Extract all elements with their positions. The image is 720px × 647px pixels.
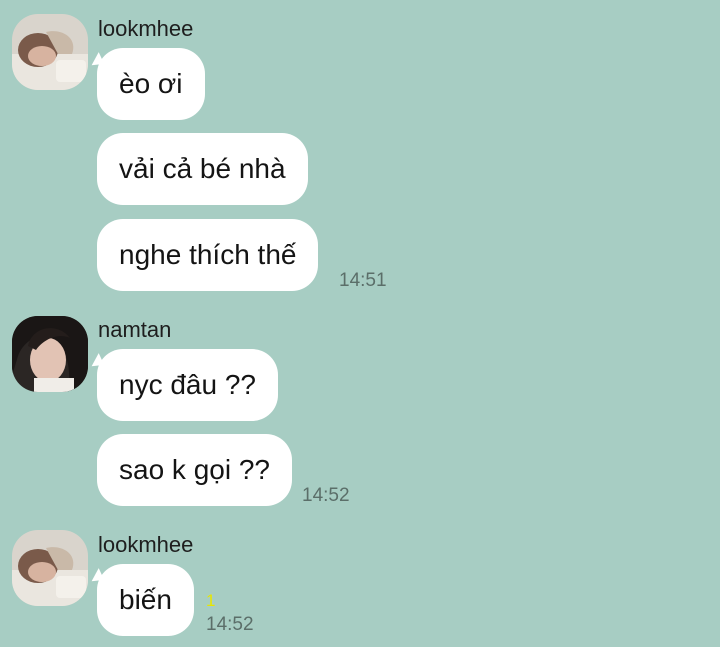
avatar[interactable] xyxy=(12,14,88,90)
avatar[interactable] xyxy=(12,316,88,392)
message-bubble[interactable]: vải cả bé nhà xyxy=(97,133,308,205)
message-timestamp: 14:52 xyxy=(206,614,254,635)
message-bubble[interactable]: nghe thích thế xyxy=(97,219,319,291)
sender-name: lookmhee xyxy=(98,16,194,41)
message-bubble[interactable]: sao k gọi ?? xyxy=(97,434,292,506)
message-timestamp: 14:51 xyxy=(339,270,387,291)
user-avatar-photo-icon xyxy=(12,316,88,392)
message-timestamp: 14:52 xyxy=(302,485,350,506)
read-count: 1 xyxy=(206,591,216,610)
sender-name: namtan xyxy=(98,317,172,342)
user-avatar-photo-icon xyxy=(12,14,88,90)
user-avatar-photo-icon xyxy=(12,530,88,606)
message-bubble[interactable]: biến xyxy=(97,564,194,636)
avatar[interactable] xyxy=(12,530,88,606)
sender-name: lookmhee xyxy=(98,532,194,557)
message-bubble[interactable]: nyc đâu ?? xyxy=(97,349,278,421)
message-bubble[interactable]: èo ơi xyxy=(97,48,205,120)
